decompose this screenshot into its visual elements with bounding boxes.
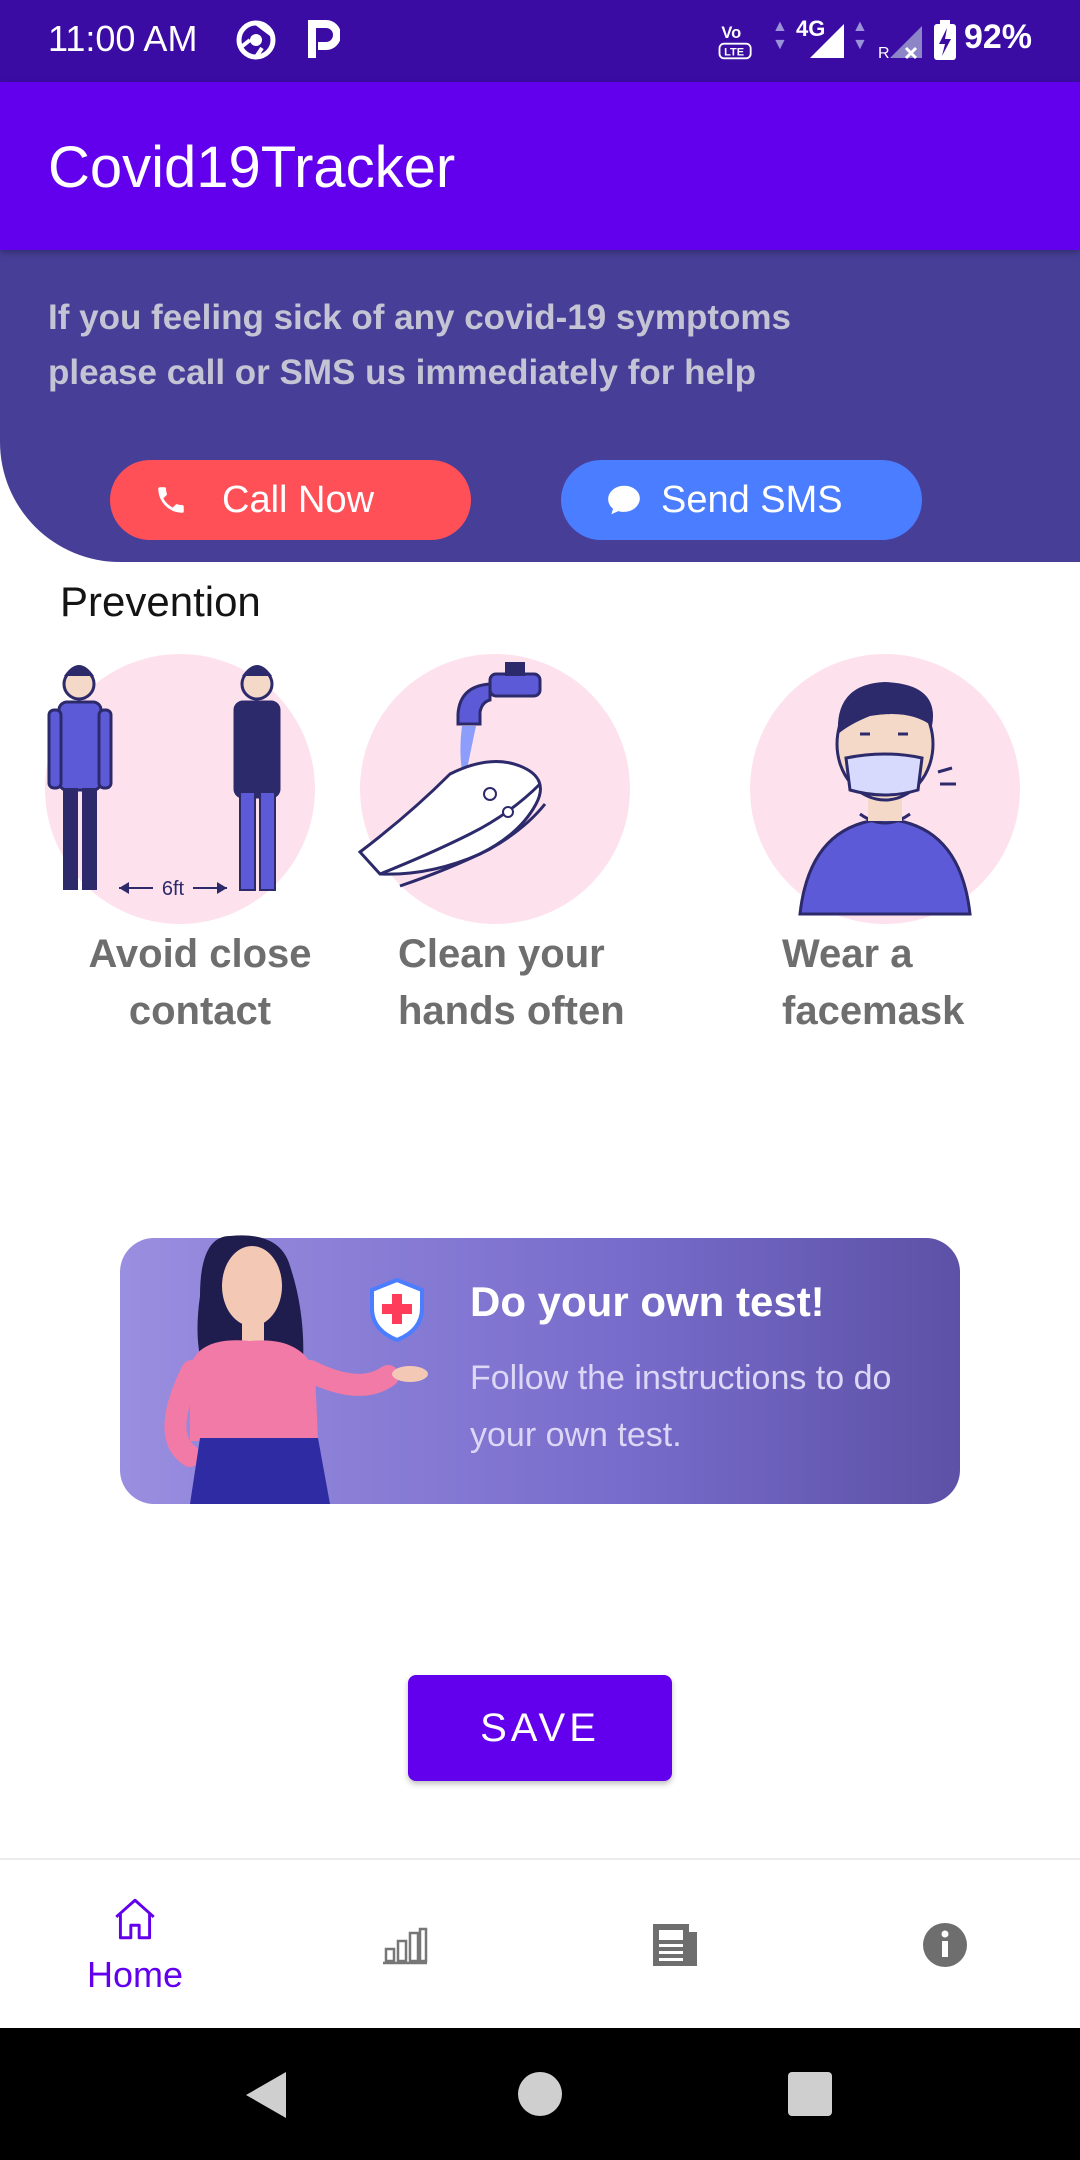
help-message: If you feeling sick of any covid-19 symp…: [48, 298, 791, 392]
nav-news[interactable]: [540, 1860, 810, 2030]
test-card-title: Do your own test!: [470, 1278, 825, 1325]
distance-icon: 6ft: [47, 665, 281, 900]
status-time: 11:00 AM: [48, 18, 198, 59]
facemask-label: Wear a facemask: [782, 932, 965, 1033]
app-bar: Covid19Tracker: [0, 82, 1080, 250]
clean-hands-label: Clean your hands often: [398, 932, 625, 1033]
facemask-icon: [798, 682, 972, 916]
nav-stats[interactable]: [270, 1860, 540, 2030]
woman-illustration: [164, 1235, 428, 1504]
prevention-item-avoid-contact: 6ft: [45, 654, 315, 924]
home-icon: [115, 1898, 155, 1940]
news-icon: [653, 1924, 697, 1966]
back-icon[interactable]: [240, 2068, 290, 2122]
nav-home[interactable]: Home: [0, 1860, 270, 2030]
prevention-item-facemask: [750, 654, 1020, 924]
app-title: Covid19Tracker: [48, 135, 456, 200]
info-icon: [923, 1923, 967, 1967]
system-navigation-bar: [0, 2028, 1080, 2160]
send-sms-label: Send SMS: [661, 478, 843, 521]
prevention-title: Prevention: [60, 578, 261, 625]
bottom-navigation: Home: [0, 1858, 1080, 2030]
avoid-contact-label: Avoid close contact: [88, 932, 312, 1033]
battery-percentage: 92%: [963, 18, 1032, 56]
svg-text:R: R: [878, 45, 890, 62]
chat-bubble-icon: [608, 485, 640, 515]
p-icon: [308, 20, 340, 58]
nav-home-label: Home: [86, 1954, 184, 1995]
save-button[interactable]: SAVE: [408, 1675, 672, 1781]
home-system-icon[interactable]: [516, 2070, 564, 2118]
signal-4g-icon: [810, 24, 844, 58]
svg-text:Vo: Vo: [721, 24, 741, 42]
call-now-button[interactable]: Call Now: [110, 460, 471, 540]
handwash-icon: [357, 662, 547, 888]
phone-icon: [158, 487, 184, 513]
stats-icon: [383, 1927, 428, 1965]
recents-icon[interactable]: [786, 2070, 834, 2118]
signal-roaming-icon: R: [878, 26, 922, 62]
distance-label: 6ft: [162, 878, 185, 900]
call-now-label: Call Now: [222, 478, 375, 521]
shield-medical-icon: [370, 1278, 424, 1342]
chrome-icon: [236, 20, 276, 60]
status-bar: 11:00 AM Vo LTE ▲ ▼ 4G ▲ ▼ R 92%: [0, 0, 1080, 82]
volte-icon: Vo LTE: [718, 24, 752, 60]
prevention-item-clean-hands: [357, 654, 630, 924]
test-card-description: Follow the instructions to do your own t…: [470, 1359, 892, 1454]
nav-info[interactable]: [810, 1860, 1080, 2030]
help-banner: If you feeling sick of any covid-19 symp…: [0, 250, 1080, 562]
svg-text:LTE: LTE: [724, 47, 744, 59]
test-card[interactable]: Do your own test! Follow the instruction…: [120, 1235, 960, 1504]
send-sms-button[interactable]: Send SMS: [561, 460, 922, 540]
battery-charging-icon: [934, 20, 956, 60]
